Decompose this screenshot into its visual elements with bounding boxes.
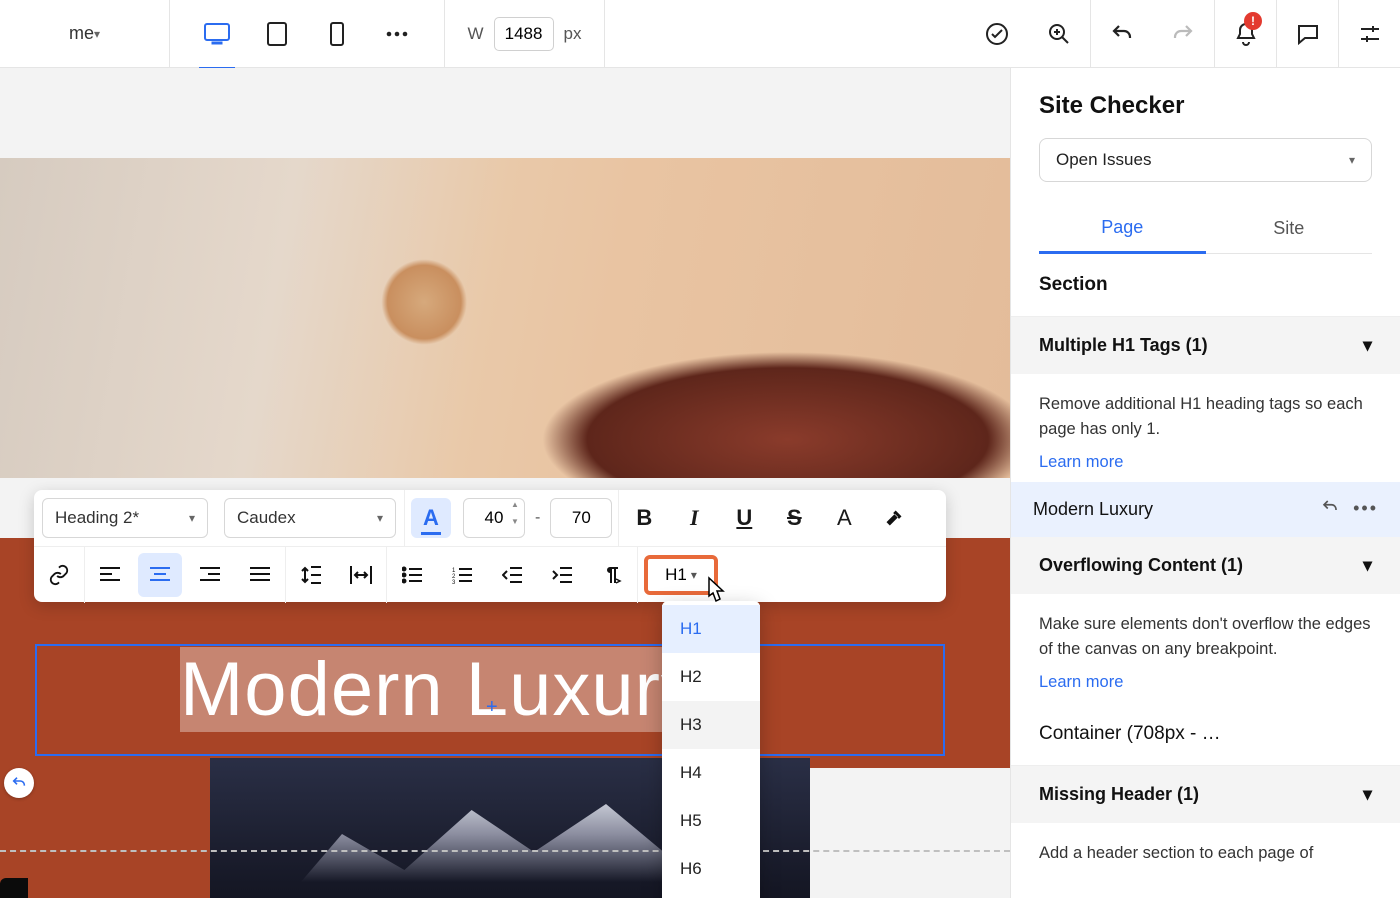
hero-image <box>0 158 1010 478</box>
numbered-list-button[interactable]: 123 <box>440 553 484 597</box>
mobile-breakpoint-button[interactable] <box>323 20 351 48</box>
zoom-button[interactable] <box>1028 0 1090 68</box>
learn-more-link[interactable]: Learn more <box>1039 670 1123 695</box>
settings-toggle-button[interactable] <box>1338 0 1400 68</box>
issue-header-overflow[interactable]: Overflowing Content (1) ▾ <box>1011 537 1400 594</box>
indent-button[interactable] <box>540 553 584 597</box>
heading-option-h1[interactable]: H1 <box>662 605 760 653</box>
chevron-down-icon: ▾ <box>1363 555 1372 576</box>
tab-site[interactable]: Site <box>1206 204 1373 254</box>
chevron-down-icon: ▾ <box>1363 335 1372 356</box>
heading-tag-dropdown[interactable]: H1 ▾ <box>644 555 718 595</box>
issue-filter-select[interactable]: Open Issues ▾ <box>1039 138 1372 182</box>
font-size-max-input[interactable]: 70 <box>550 498 612 538</box>
page-selector-label: me <box>69 23 94 44</box>
bold-button[interactable]: B <box>622 496 666 540</box>
heading-tag-value: H1 <box>665 565 687 585</box>
heading-option-h2[interactable]: H2 <box>662 653 760 701</box>
issue-header-multiple-h1[interactable]: Multiple H1 Tags (1) ▾ <box>1011 317 1400 374</box>
more-breakpoints-button[interactable] <box>383 20 411 48</box>
canvas-width-input[interactable] <box>494 17 554 51</box>
revert-icon[interactable] <box>1321 498 1339 521</box>
bullet-list-button[interactable] <box>390 553 434 597</box>
issue-filter-value: Open Issues <box>1056 150 1151 170</box>
heading-option-h6[interactable]: H6 <box>662 845 760 893</box>
more-icon[interactable]: ••• <box>1353 498 1378 521</box>
font-family-select-value: Caudex <box>237 508 296 528</box>
issue-title: Overflowing Content (1) <box>1039 555 1243 576</box>
chevron-down-icon: ▾ <box>691 568 697 582</box>
desktop-breakpoint-button[interactable] <box>203 20 231 48</box>
section-heading: Section <box>1011 254 1400 317</box>
issue-item-label: Modern Luxury <box>1033 499 1153 520</box>
heading-option-p[interactable]: P <box>662 893 760 898</box>
insertion-cursor-icon: + <box>486 696 498 719</box>
text-style-select-value: Heading 2* <box>55 508 139 528</box>
chevron-down-icon: ▾ <box>1349 153 1355 167</box>
site-checker-button[interactable] <box>966 0 1028 68</box>
align-right-button[interactable] <box>188 553 232 597</box>
underline-button[interactable]: U <box>722 496 766 540</box>
tab-page[interactable]: Page <box>1039 204 1206 254</box>
text-direction-button[interactable] <box>590 553 634 597</box>
letter-spacing-button[interactable] <box>339 553 383 597</box>
top-toolbar: me ▾ W px <box>0 0 1400 68</box>
canvas-width-control: W px <box>445 0 605 68</box>
panel-title: Site Checker <box>1039 92 1372 120</box>
text-style-select[interactable]: Heading 2* ▾ <box>42 498 208 538</box>
issue-item-modern-luxury[interactable]: Modern Luxury ••• <box>1011 482 1400 537</box>
strikethrough-button[interactable]: S <box>772 496 816 540</box>
canvas-area: Modern Luxury + Create I'm a Heading 2* … <box>0 68 1010 898</box>
align-left-button[interactable] <box>88 553 132 597</box>
notification-alert-badge <box>1244 12 1262 30</box>
outdent-button[interactable] <box>490 553 534 597</box>
floating-undo-button[interactable] <box>4 768 34 798</box>
issue-item-container[interactable]: Container (708px - … <box>1011 703 1400 766</box>
font-size-max-value: 70 <box>572 508 591 528</box>
text-color-button[interactable]: A <box>411 498 451 538</box>
font-size-min-input[interactable]: 40 ▲▼ <box>463 498 525 538</box>
undo-button[interactable] <box>1090 0 1152 68</box>
headline-text[interactable]: Modern Luxury <box>180 646 700 734</box>
text-format-toolbar: Heading 2* ▾ Caudex ▾ A 40 ▲▼ - 70 B I U… <box>34 490 946 602</box>
chevron-down-icon: ▾ <box>377 511 383 525</box>
breakpoint-switcher <box>170 0 445 68</box>
page-selector[interactable]: me ▾ <box>0 0 170 68</box>
notifications-button[interactable] <box>1214 0 1276 68</box>
create-side-tab[interactable]: Create <box>0 878 28 898</box>
italic-button[interactable]: I <box>672 496 716 540</box>
chevron-down-icon: ▾ <box>94 27 100 41</box>
issue-title: Multiple H1 Tags (1) <box>1039 335 1208 356</box>
issue-body-overflow: Make sure elements don't overflow the ed… <box>1011 594 1400 702</box>
align-center-button[interactable] <box>138 553 182 597</box>
heading-option-h4[interactable]: H4 <box>662 749 760 797</box>
site-checker-panel: Site Checker Open Issues ▾ Page Site Sec… <box>1010 68 1400 898</box>
issue-body-missing-header: Add a header section to each page of <box>1011 823 1400 874</box>
comments-button[interactable] <box>1276 0 1338 68</box>
tablet-breakpoint-button[interactable] <box>263 20 291 48</box>
issue-header-missing-header[interactable]: Missing Header (1) ▾ <box>1011 766 1400 823</box>
font-family-select[interactable]: Caudex ▾ <box>224 498 396 538</box>
highlight-button[interactable] <box>872 496 916 540</box>
text-style-a-button[interactable]: A <box>822 496 866 540</box>
section-divider-guide <box>0 850 1010 852</box>
line-height-button[interactable] <box>289 553 333 597</box>
chevron-down-icon: ▾ <box>1363 784 1372 805</box>
redo-button[interactable] <box>1152 0 1214 68</box>
heading-option-h3[interactable]: H3 <box>662 701 760 749</box>
chevron-down-icon: ▾ <box>189 511 195 525</box>
heading-option-h5[interactable]: H5 <box>662 797 760 845</box>
issue-title: Missing Header (1) <box>1039 784 1199 805</box>
heading-tag-menu: H1 H2 H3 H4 H5 H6 P <box>662 601 760 898</box>
learn-more-link[interactable]: Learn more <box>1039 450 1123 475</box>
issue-body-multiple-h1: Remove additional H1 heading tags so eac… <box>1011 374 1400 482</box>
align-justify-button[interactable] <box>238 553 282 597</box>
range-separator: - <box>535 509 540 527</box>
link-button[interactable] <box>37 553 81 597</box>
svg-text:3: 3 <box>452 580 456 584</box>
font-size-min-value: 40 <box>485 508 504 528</box>
width-unit: px <box>564 24 582 44</box>
width-label: W <box>467 24 483 44</box>
